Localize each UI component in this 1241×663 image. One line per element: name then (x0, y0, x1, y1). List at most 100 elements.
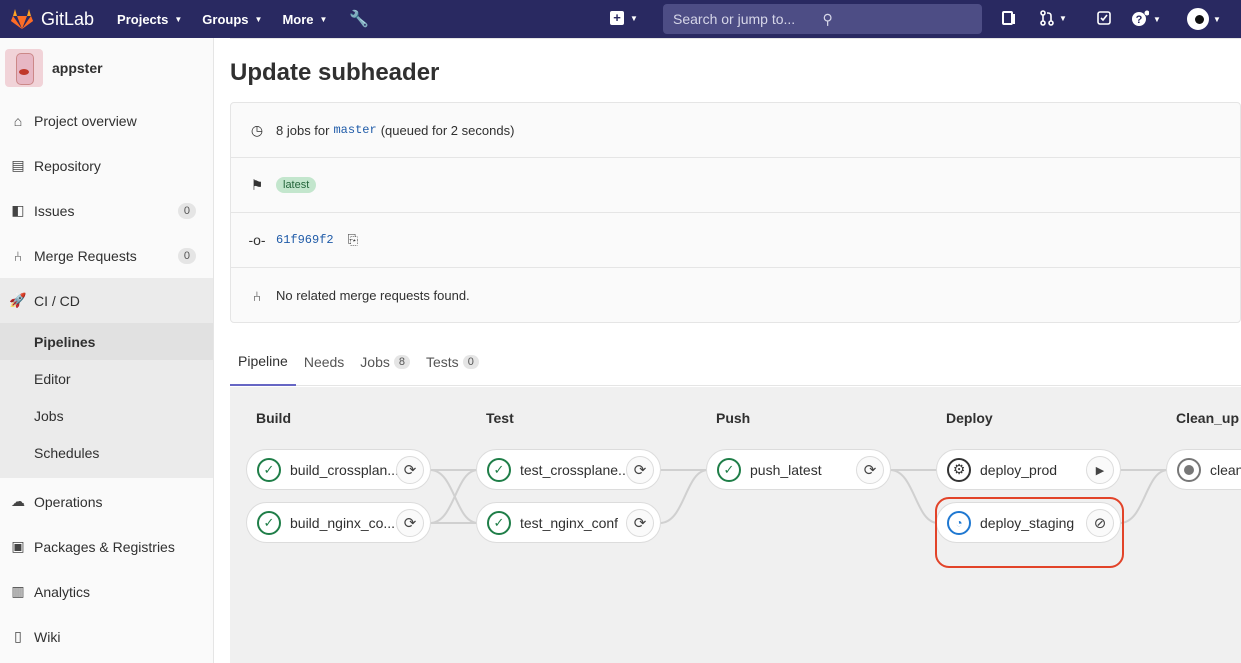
nav-more[interactable]: More ▼ (282, 12, 327, 27)
chevron-down-icon: ▼ (1059, 13, 1067, 23)
commit-sha-link[interactable]: 61f969f2 (276, 233, 334, 247)
merge-requests-shortcut-icon[interactable]: ▼ (1039, 10, 1067, 26)
sidebar-item-project-overview[interactable]: ⌂ Project overview (0, 98, 213, 143)
top-navbar: GitLab Projects ▼ Groups ▼ More ▼ 🔧 + ▼ Sea… (0, 0, 1241, 38)
search-placeholder: Search or jump to... (673, 11, 796, 27)
highlight-annotation (935, 497, 1124, 568)
retry-icon[interactable]: ⟳ (396, 456, 424, 484)
sidebar-item-operations[interactable]: ☁ Operations (0, 479, 213, 524)
todos-icon[interactable] (1096, 10, 1112, 26)
merge-request-icon: ⑃ (13, 247, 23, 264)
sidebar-item-packages-registries[interactable]: ▣ Packages & Registries (0, 524, 213, 569)
play-icon[interactable]: ▶ (1086, 456, 1114, 484)
tab-count-badge: 8 (393, 355, 410, 369)
sidebar-subitem-schedules[interactable]: Schedules (0, 434, 213, 471)
retry-icon[interactable]: ⟳ (626, 456, 654, 484)
job-build-crossplane[interactable]: ✓ build_crossplan... ⟳ (246, 449, 431, 490)
sidebar-subitem-editor[interactable]: Editor (0, 360, 213, 397)
page-title: Update subheader (230, 59, 440, 86)
admin-wrench-icon[interactable]: 🔧 (349, 9, 369, 29)
tab-jobs[interactable]: Jobs 8 (352, 338, 418, 386)
sidebar-item-issues[interactable]: ◧ Issues 0 (0, 188, 213, 233)
project-avatar (5, 49, 43, 87)
user-menu[interactable]: ▼ (1187, 8, 1221, 30)
tab-needs[interactable]: Needs (296, 338, 352, 386)
help-icon[interactable]: ? ▼ (1131, 10, 1161, 28)
home-icon: ⌂ (13, 112, 23, 129)
plus-icon: + (610, 11, 624, 25)
sidebar-item-label: Issues (34, 202, 75, 219)
project-name: appster (52, 60, 103, 76)
sidebar-item-label: Wiki (34, 628, 61, 645)
gitlab-logo[interactable]: GitLab (10, 8, 94, 30)
stage-title-push: Push (716, 410, 751, 426)
job-test-nginx-conf[interactable]: ✓ test_nginx_conf ⟳ (476, 502, 661, 543)
status-success-icon: ✓ (487, 510, 511, 535)
retry-icon[interactable]: ⟳ (856, 456, 884, 484)
book-icon: ▯ (14, 628, 22, 644)
job-name: deploy_prod (980, 461, 1058, 478)
sidebar-item-ci-cd[interactable]: 🚀 CI / CD (0, 278, 213, 323)
sidebar-item-label: CI / CD (34, 292, 80, 309)
pipeline-tabs: Pipeline Needs Jobs 8 Tests 0 (230, 338, 1241, 386)
brand-name: GitLab (41, 8, 95, 29)
package-icon: ▣ (11, 538, 25, 554)
nav-projects[interactable]: Projects ▼ (117, 12, 182, 27)
chevron-down-icon: ▼ (319, 14, 328, 24)
status-created-icon (1177, 457, 1201, 482)
sidebar-item-repository[interactable]: ▤ Repository (0, 143, 213, 188)
job-name: build_crossplan... (290, 461, 399, 478)
stage-title-build: Build (256, 410, 291, 426)
clock-icon: ◷ (250, 121, 264, 138)
job-deploy-prod[interactable]: ⚙ deploy_prod ▶ (936, 449, 1121, 490)
branch-link[interactable]: master (333, 123, 376, 137)
nav-groups[interactable]: Groups ▼ (202, 12, 262, 27)
job-push-latest[interactable]: ✓ push_latest ⟳ (706, 449, 891, 490)
sidebar-subitem-pipelines[interactable]: Pipelines (0, 323, 213, 360)
issues-icon: ◧ (11, 202, 25, 218)
user-avatar (1187, 8, 1209, 30)
sidebar-item-label: Analytics (34, 583, 91, 600)
sidebar-item-analytics[interactable]: ▥ Analytics (0, 569, 213, 614)
sidebar-item-merge-requests[interactable]: ⑃ Merge Requests 0 (0, 233, 213, 278)
tab-label: Needs (303, 354, 345, 370)
issues-shortcut-icon[interactable] (1001, 10, 1017, 26)
job-test-crossplane[interactable]: ✓ test_crossplane... ⟳ (476, 449, 661, 490)
sidebar-item-label: Repository (34, 157, 101, 174)
search-icon: ⚲ (822, 10, 833, 27)
doc-icon: ▤ (11, 157, 25, 173)
cloud-gear-icon: ☁ (11, 493, 25, 509)
status-success-icon: ✓ (487, 457, 511, 482)
search-input[interactable]: Search or jump to... ⚲ (663, 4, 982, 34)
project-header[interactable]: appster (0, 38, 213, 98)
tab-count-badge: 0 (462, 355, 479, 369)
chevron-down-icon: ▼ (254, 14, 263, 24)
content-top-border (230, 38, 1241, 39)
sidebar-subitem-jobs[interactable]: Jobs (0, 397, 213, 434)
tab-label: Jobs (360, 354, 390, 370)
job-build-nginx-conf[interactable]: ✓ build_nginx_co... ⟳ (246, 502, 431, 543)
sidebar-item-label: Operations (34, 493, 103, 510)
chart-icon: ▥ (11, 583, 25, 599)
retry-icon[interactable]: ⟳ (626, 509, 654, 537)
nav-groups-label: Groups (202, 11, 249, 27)
copy-icon[interactable]: ⎘ (348, 232, 358, 248)
sidebar-item-label: Project overview (34, 112, 137, 129)
commit-icon: -o- (248, 232, 266, 248)
job-name: test_nginx_conf (520, 514, 619, 531)
tab-tests[interactable]: Tests 0 (418, 338, 487, 386)
retry-icon[interactable]: ⟳ (396, 509, 424, 537)
status-success-icon: ✓ (717, 457, 741, 482)
tab-pipeline[interactable]: Pipeline (230, 338, 296, 386)
sidebar-item-label: Packages & Registries (34, 538, 175, 555)
flag-icon: ⚑ (250, 176, 264, 193)
job-cleanup[interactable]: clean (1166, 449, 1241, 490)
merge-requests-row: ⑃ No related merge requests found. (231, 268, 1240, 323)
project-sidebar: appster ⌂ Project overview ▤ Repository ◧ I… (0, 38, 214, 663)
new-dropdown-button[interactable]: + ▼ (610, 11, 638, 25)
svg-text:?: ? (1136, 14, 1143, 26)
job-name: push_latest (750, 461, 822, 478)
sidebar-item-wiki[interactable]: ▯ Wiki (0, 614, 213, 659)
job-name: build_nginx_co... (290, 514, 396, 531)
tanuki-icon (11, 9, 33, 29)
